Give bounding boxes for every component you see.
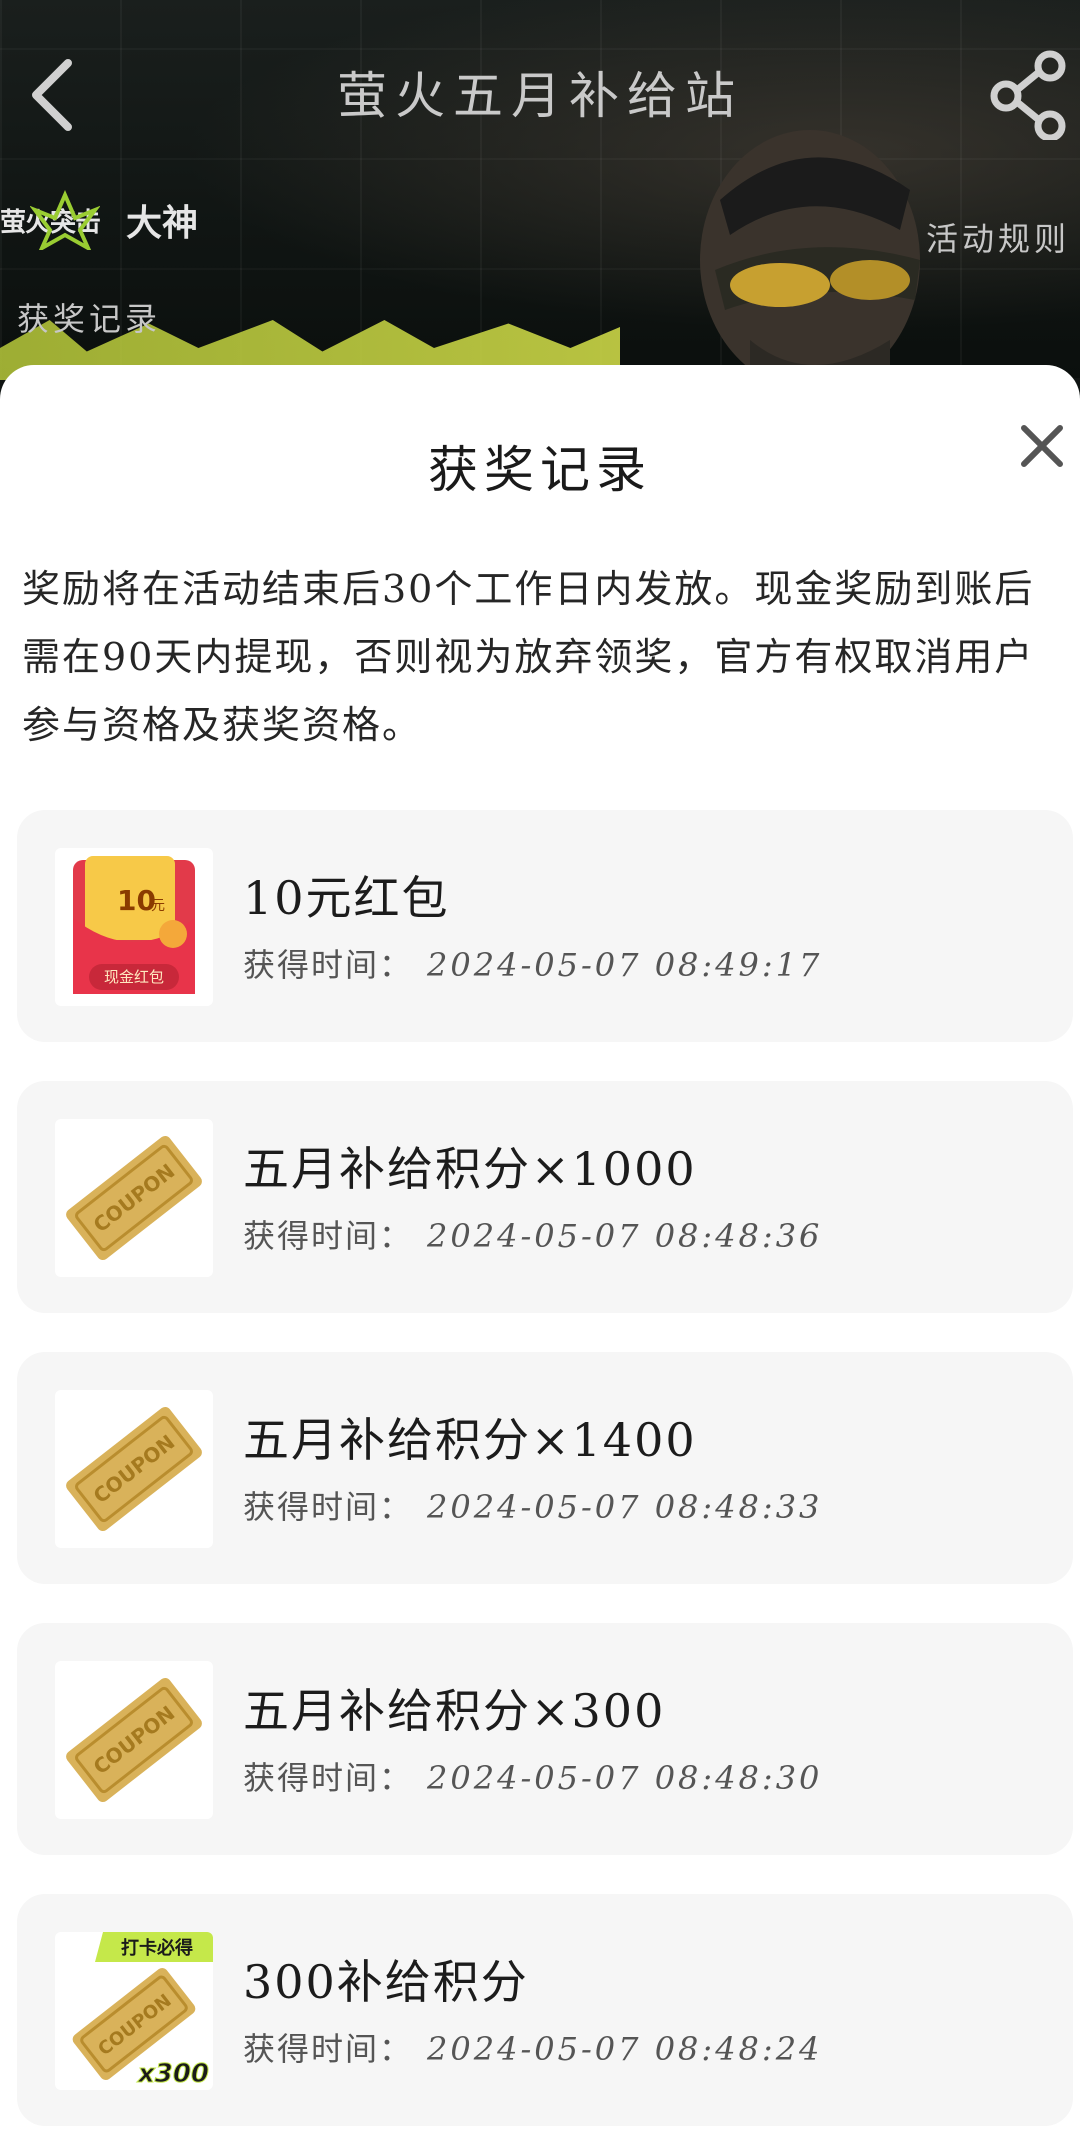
coupon-ticket-icon: COUPON 打卡必得 x300 [55,1932,213,2090]
prize-time: 获得时间： 2024-05-07 08:48:36 [243,1211,822,1257]
game-emblem-icon [30,190,100,250]
partner-logo-text: 大神 [126,203,199,244]
record-item: COUPON 五月补给积分×1400 获得时间： 2024-05-07 08:48… [17,1352,1073,1584]
record-item: 10 元 现金红包 10元红包 获得时间： 2024-05-07 08:49:17 [17,810,1073,1042]
multiplier-label: x300 [136,2059,209,2089]
time-value: 2024-05-07 08:48:36 [427,1217,823,1255]
record-item: COUPON 打卡必得 x300 300补给积分 获得时间： 2024-05-07… [17,1894,1073,2126]
prize-time: 获得时间： 2024-05-07 08:48:33 [243,1482,822,1528]
reward-notice-text: 奖励将在活动结束后30个工作日内发放。现金奖励到账后需在90天内提现，否则视为放… [22,567,1035,747]
time-label: 获得时间： [243,1488,414,1526]
prize-name: 10元红包 [243,871,450,925]
envelope-caption: 现金红包 [104,968,164,986]
sheet-title: 获奖记录 [428,441,652,499]
brand-logos: 萤火突击 大神 [0,190,198,250]
prize-records-sheet: 获奖记录 奖励将在活动结束后30个工作日内发放。现金奖励到账后需在90天内提现，… [0,365,1080,2145]
time-value: 2024-05-07 08:48:33 [427,1488,823,1526]
time-value: 2024-05-07 08:48:30 [427,1759,823,1797]
coupon-ticket-icon: COUPON [55,1390,213,1548]
must-get-badge: 打卡必得 [121,1937,193,1959]
record-item: COUPON 五月补给积分×1000 获得时间： 2024-05-07 08:48… [17,1081,1073,1313]
prize-time: 获得时间： 2024-05-07 08:49:17 [243,940,822,986]
time-value: 2024-05-07 08:49:17 [427,946,823,984]
time-label: 获得时间： [243,946,414,984]
envelope-unit: 元 [151,898,165,914]
red-envelope-icon: 10 元 现金红包 [55,848,213,1006]
time-value: 2024-05-07 08:48:24 [427,2030,823,2068]
prize-name: 五月补给积分×1000 [243,1142,697,1196]
prize-time: 获得时间： 2024-05-07 08:48:30 [243,1753,822,1799]
prize-time: 获得时间： 2024-05-07 08:48:24 [243,2024,822,2070]
prize-records-link[interactable]: 获奖记录 [17,294,1073,340]
activity-rules-link[interactable]: 活动规则 [926,214,1070,260]
share-icon[interactable] [988,50,1072,140]
page-title: 萤火五月补给站 [337,67,743,125]
prize-name: 五月补给积分×1400 [243,1413,697,1467]
time-label: 获得时间： [243,1759,414,1797]
close-icon[interactable] [1016,420,1068,472]
time-label: 获得时间： [243,1217,414,1255]
coupon-ticket-icon: COUPON [55,1119,213,1277]
prize-name: 五月补给积分×300 [243,1684,666,1738]
time-label: 获得时间： [243,2030,414,2068]
coupon-ticket-icon: COUPON [55,1661,213,1819]
records-list: 10 元 现金红包 10元红包 获得时间： 2024-05-07 08:49:17… [17,810,1073,2145]
record-item: COUPON 五月补给积分×300 获得时间： 2024-05-07 08:48:… [17,1623,1073,1855]
prize-name: 300补给积分 [243,1955,529,2009]
hero-banner: 萤火五月补给站 萤火突击 大神 活动规则 获奖记录 [0,0,1080,380]
